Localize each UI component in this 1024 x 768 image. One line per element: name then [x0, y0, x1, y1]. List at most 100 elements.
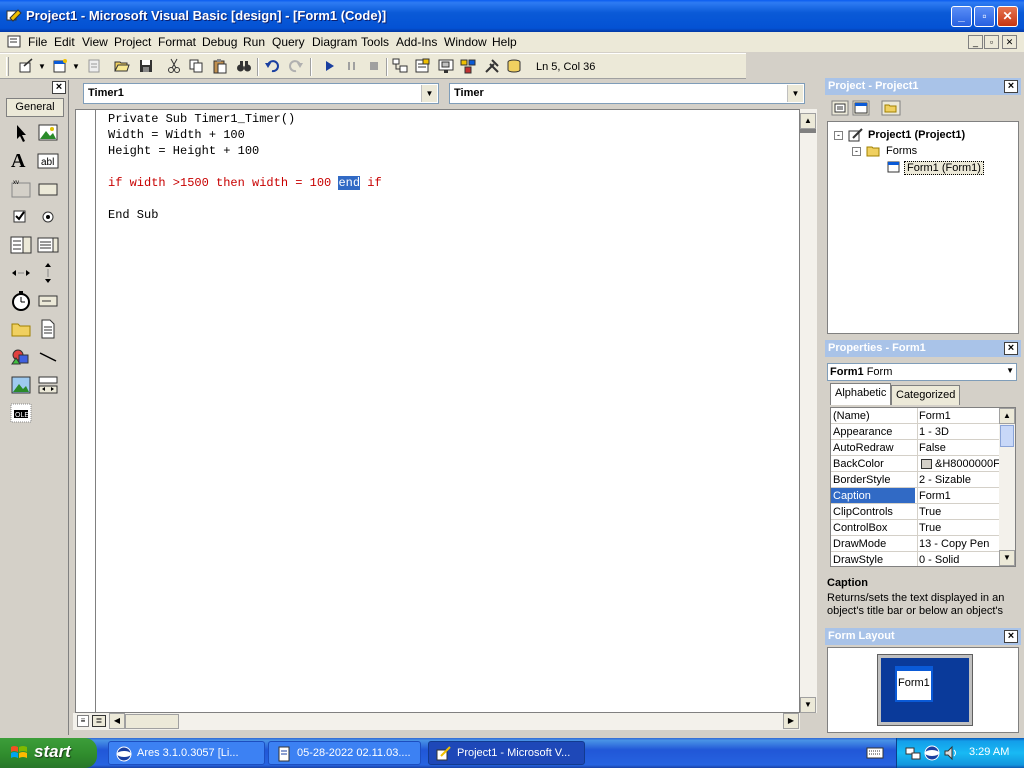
chevron-down-icon[interactable]: ▼ [38, 62, 46, 71]
optionbutton-tool-icon[interactable] [37, 206, 59, 228]
title-bar[interactable]: Project1 - Microsoft Visual Basic [desig… [0, 0, 1024, 32]
tree-node-forms[interactable]: Forms [886, 145, 917, 157]
mdi-close-button[interactable]: ✕ [1002, 35, 1017, 49]
vscrollbar-tool-icon[interactable] [37, 262, 59, 284]
vertical-scrollbar[interactable]: ▲ ▼ [800, 109, 817, 713]
menu-view[interactable]: View [82, 35, 108, 49]
code-line[interactable]: Height = Height + 100 [108, 144, 259, 158]
property-value[interactable]: 0 - Solid [919, 554, 999, 566]
menu-add-ins[interactable]: Add-Ins [396, 35, 437, 49]
scroll-down-icon[interactable]: ▼ [800, 697, 816, 713]
project-pane-title[interactable]: Project - Project1 [825, 78, 1021, 95]
property-value[interactable]: 1 - 3D [919, 426, 999, 440]
project-tree[interactable]: - Project1 (Project1) - Forms Form1 (For… [827, 121, 1019, 334]
checkbox-tool-icon[interactable] [10, 206, 32, 228]
menu-format[interactable]: Format [158, 35, 196, 49]
toolbox-icon[interactable] [484, 58, 500, 74]
property-value[interactable]: True [919, 522, 999, 536]
property-value[interactable]: Form1 [919, 410, 999, 424]
form-layout-icon[interactable] [438, 58, 454, 74]
property-value[interactable]: 2 - Sizable [919, 474, 999, 488]
ole-tool-icon[interactable]: OLE [10, 402, 32, 424]
toggle-folders-icon[interactable] [881, 100, 901, 116]
ares-tray-icon[interactable] [924, 745, 940, 761]
chevron-down-icon[interactable]: ▼ [72, 62, 80, 71]
paste-icon[interactable] [212, 58, 228, 74]
scroll-left-icon[interactable]: ◀ [109, 713, 125, 729]
undo-icon[interactable] [264, 58, 280, 74]
toolbar-grip[interactable] [6, 57, 9, 76]
property-value[interactable]: Form1 [919, 490, 999, 504]
code-line[interactable]: Width = Width + 100 [108, 128, 245, 142]
menu-tools[interactable]: Tools [361, 35, 389, 49]
mdi-restore-button[interactable]: ▫ [984, 35, 999, 49]
label-tool-icon[interactable]: A [11, 150, 25, 173]
margin-indicator-bar[interactable] [76, 110, 96, 712]
shape-tool-icon[interactable] [10, 346, 32, 368]
code-line[interactable]: Private Sub Timer1_Timer() [108, 112, 295, 126]
property-row[interactable]: (Name) Form1 [831, 408, 999, 424]
chevron-down-icon[interactable]: ▼ [421, 85, 437, 102]
property-row[interactable]: DrawStyle 0 - Solid [831, 552, 999, 566]
close-icon[interactable]: × [1004, 630, 1018, 643]
full-module-view-icon[interactable]: ≣ [92, 715, 106, 727]
picturebox-tool-icon[interactable] [37, 122, 59, 144]
dirlistbox-tool-icon[interactable] [10, 318, 32, 340]
scroll-up-icon[interactable]: ▲ [999, 408, 1015, 424]
tab-alphabetic[interactable]: Alphabetic [830, 383, 892, 405]
property-row[interactable]: ControlBox True [831, 520, 999, 536]
properties-icon[interactable] [414, 58, 430, 74]
combobox-tool-icon[interactable] [10, 234, 32, 256]
properties-pane-title[interactable]: Properties - Form1 [825, 340, 1021, 357]
scroll-thumb[interactable] [1000, 425, 1014, 447]
property-row[interactable]: AutoRedraw False [831, 440, 999, 456]
menu-query[interactable]: Query [272, 35, 305, 49]
menu-project[interactable]: Project [114, 35, 151, 49]
data-view-icon[interactable] [506, 58, 522, 74]
taskbar-item-document[interactable]: 05-28-2022 02.11.03.... [268, 741, 421, 765]
menu-run[interactable]: Run [243, 35, 265, 49]
timer-tool-icon[interactable] [10, 290, 32, 312]
taskbar-item-ares[interactable]: Ares 3.1.0.3057 [Li... [108, 741, 265, 765]
data-tool-icon[interactable] [37, 374, 59, 396]
pointer-tool-icon[interactable] [10, 122, 32, 144]
close-button[interactable]: ✕ [997, 6, 1018, 27]
run-icon[interactable] [322, 58, 338, 74]
open-icon[interactable] [114, 58, 130, 74]
property-row[interactable]: DrawMode 13 - Copy Pen [831, 536, 999, 552]
split-bar[interactable] [800, 129, 816, 133]
property-grid[interactable]: (Name) Form1 Appearance 1 - 3D AutoRedraw F… [830, 407, 1016, 567]
add-form-icon[interactable] [52, 58, 68, 74]
tree-node-project[interactable]: Project1 (Project1) [868, 129, 965, 141]
menu-edit[interactable]: Edit [54, 35, 75, 49]
vb-app-icon[interactable] [6, 9, 22, 23]
toolbox-tab-general[interactable]: General [6, 98, 64, 117]
frame-tool-icon[interactable]: xv [10, 178, 32, 200]
maximize-button[interactable]: ▫ [974, 6, 995, 27]
minimize-button[interactable]: _ [951, 6, 972, 27]
pause-icon[interactable] [344, 58, 360, 74]
view-code-icon[interactable] [831, 100, 849, 116]
scroll-up-icon[interactable]: ▲ [800, 113, 816, 129]
code-line-error[interactable]: if width >1500 then width = 100 end if [108, 176, 382, 190]
code-window-icon[interactable] [7, 35, 21, 48]
procedure-combo[interactable]: Timer ▼ [449, 83, 805, 104]
property-value[interactable]: False [919, 442, 999, 456]
code-editor[interactable]: Private Sub Timer1_Timer() Width = Width… [75, 109, 800, 713]
close-icon[interactable]: × [1004, 342, 1018, 355]
property-row[interactable]: ClipControls True [831, 504, 999, 520]
start-button[interactable]: start [0, 738, 97, 768]
menu-help[interactable]: Help [492, 35, 517, 49]
commandbutton-tool-icon[interactable] [37, 178, 59, 200]
clock[interactable]: 3:29 AM [969, 746, 1009, 758]
tab-categorized[interactable]: Categorized [891, 385, 961, 405]
menu-editor-icon[interactable] [86, 58, 102, 74]
property-row[interactable]: BorderStyle 2 - Sizable [831, 472, 999, 488]
chevron-down-icon[interactable]: ▼ [787, 85, 803, 102]
property-scrollbar[interactable]: ▲ ▼ [999, 408, 1015, 566]
collapse-icon[interactable]: - [852, 147, 861, 156]
textbox-tool-icon[interactable]: abl [37, 150, 59, 172]
view-object-icon[interactable] [852, 100, 870, 116]
code-line[interactable]: End Sub [108, 208, 158, 222]
close-icon[interactable]: × [52, 81, 66, 94]
